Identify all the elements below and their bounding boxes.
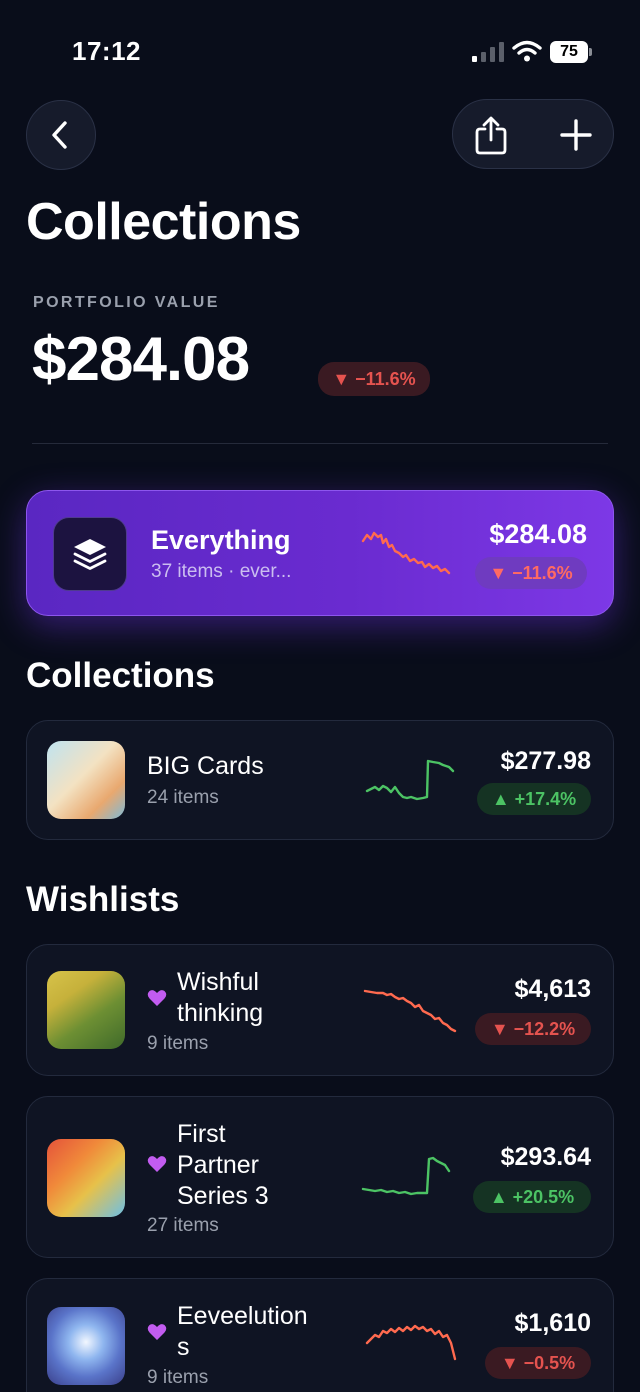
- wishlist-value: $1,610: [514, 1309, 591, 1337]
- collection-row-big-cards[interactable]: BIG Cards 24 items $277.98 ▲ +17.4%: [26, 720, 614, 840]
- stack-icon: [53, 517, 127, 591]
- wishlist-value: $4,613: [514, 975, 591, 1003]
- wishlist-thumbnail: [47, 971, 125, 1049]
- divider: [32, 443, 608, 444]
- battery-icon: 75: [550, 41, 592, 63]
- wifi-icon: [512, 40, 542, 62]
- wishlist-thumbnail: [47, 1139, 125, 1217]
- collection-count: 24 items: [147, 787, 219, 808]
- collection-name: BIG Cards: [147, 752, 264, 780]
- share-icon: [475, 116, 507, 155]
- wishlist-sparkline: [365, 1324, 457, 1361]
- plus-icon: [560, 119, 592, 151]
- portfolio-value: $284.08: [32, 325, 250, 394]
- collection-sparkline: [365, 759, 455, 801]
- wishlist-count: 9 items: [147, 1367, 209, 1388]
- battery-level: 75: [550, 41, 588, 63]
- share-button[interactable]: [469, 112, 513, 158]
- wishlist-thumbnail: [47, 1307, 125, 1385]
- status-bar: 17:12 75: [0, 0, 640, 100]
- everything-card[interactable]: Everything 37 items · ever... $284.08 ▼ …: [26, 490, 614, 616]
- everything-sparkline: [361, 531, 451, 575]
- wishlist-change-badge: ▼ −12.2%: [475, 1013, 591, 1045]
- wishlist-row-wishful-thinking[interactable]: Wishful thinking 9 items $4,613 ▼ −12.2%: [26, 944, 614, 1076]
- collection-change-badge: ▲ +17.4%: [477, 783, 591, 815]
- wishlists-heading: Wishlists: [26, 880, 180, 919]
- everything-title: Everything: [151, 525, 291, 555]
- everything-value: $284.08: [489, 519, 587, 549]
- wishlist-sparkline: [363, 989, 457, 1033]
- back-button[interactable]: [26, 100, 96, 170]
- header-actions: [452, 99, 614, 169]
- wishlist-value: $293.64: [500, 1143, 591, 1171]
- wishlist-change-badge: ▲ +20.5%: [473, 1181, 591, 1213]
- everything-subtitle: 37 items · ever...: [151, 561, 292, 582]
- chevron-left-icon: [52, 121, 67, 149]
- wishlist-count: 27 items: [147, 1215, 219, 1236]
- collection-value: $277.98: [500, 747, 591, 775]
- wishlist-change-badge: ▼ −0.5%: [485, 1347, 591, 1379]
- add-button[interactable]: [553, 112, 599, 158]
- collections-heading: Collections: [26, 656, 215, 695]
- portfolio-label: PORTFOLIO VALUE: [33, 294, 220, 311]
- battery-cap: [589, 48, 592, 56]
- wishlist-name: Wishful thinking: [177, 968, 264, 1027]
- page-title: Collections: [26, 193, 301, 251]
- everything-change-badge: ▼ −11.6%: [475, 557, 587, 589]
- heart-icon: [147, 1156, 167, 1172]
- cellular-signal-icon: [472, 42, 504, 62]
- wishlist-row-eeveelutions[interactable]: Eeveelutions 9 items $1,610 ▼ −0.5%: [26, 1278, 614, 1392]
- heart-icon: [147, 1324, 167, 1340]
- wishlist-sparkline: [361, 1156, 451, 1196]
- wishlist-name: First Partner Series 3: [177, 1120, 269, 1210]
- wishlist-row-first-partner[interactable]: First Partner Series 3 27 items $293.64 …: [26, 1096, 614, 1258]
- wishlist-count: 9 items: [147, 1033, 209, 1054]
- heart-icon: [147, 990, 167, 1006]
- portfolio-change-badge: ▼ −11.6%: [318, 362, 430, 396]
- wishlist-name: Eeveelutions: [177, 1302, 308, 1361]
- status-time: 17:12: [72, 36, 141, 66]
- collection-thumbnail: [47, 741, 125, 819]
